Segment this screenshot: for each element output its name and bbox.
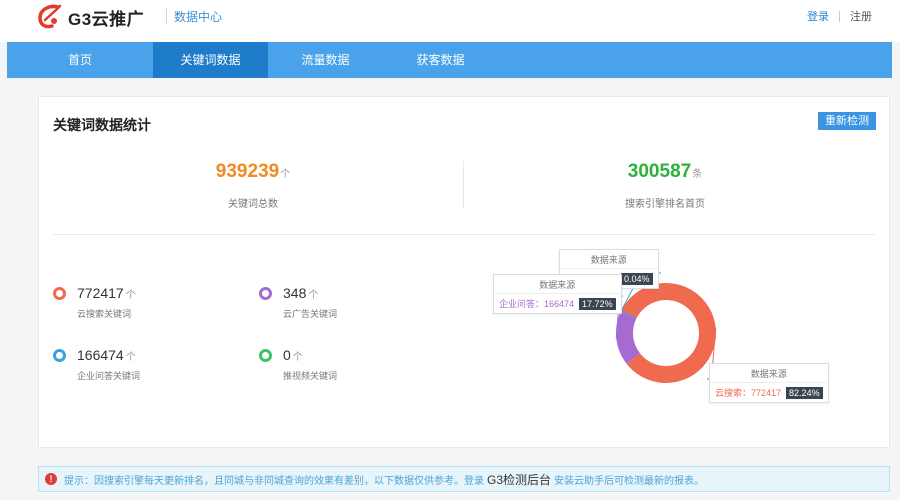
nav-traffic-data[interactable]: 流量数据 xyxy=(268,42,383,78)
tooltip-qa: 数据来源 企业问答：166474 17.72% xyxy=(493,274,622,314)
tooltip-title: 数据来源 xyxy=(560,250,658,269)
logo-text: G3云推广 xyxy=(68,9,145,29)
slice-qa[interactable] xyxy=(616,311,640,364)
nav-customer-data[interactable]: 获客数据 xyxy=(383,42,498,78)
main-nav: 首页 关键词数据 流量数据 获客数据 xyxy=(7,42,892,78)
logo[interactable]: G3云推广 xyxy=(36,4,144,30)
logo-divider xyxy=(166,8,167,24)
notice-bar: ! 提示：因搜索引擎每天更新排名，且同城与非同城查询的效果有差别，以下数据仅供参… xyxy=(38,466,890,492)
nav-keyword-data[interactable]: 关键词数据 xyxy=(153,42,268,78)
logo-mark-icon xyxy=(38,4,62,29)
section-subtitle: 数据中心 xyxy=(174,10,223,24)
tooltip-title: 数据来源 xyxy=(494,275,621,294)
tooltip-cloud-search: 数据来源 云搜索：772417 82.24% xyxy=(709,363,829,403)
notice-brand-link[interactable]: G3检测后台 xyxy=(487,471,551,488)
keyword-stats-card: 关键词数据统计 重新检测 939239个 关键词总数 300587条 搜索引擎排… xyxy=(38,96,890,448)
slice-cloud-search[interactable] xyxy=(621,283,716,384)
notice-text-after: 安装云助手后可检测最新的报表。 xyxy=(554,475,705,487)
nav-home[interactable]: 首页 xyxy=(7,42,153,78)
auth-separator xyxy=(839,10,840,22)
tooltip-cloud-ad-percent: 0.04% xyxy=(621,272,653,285)
notice-text-before: 提示：因搜索引擎每天更新排名，且同城与非同城查询的效果有差别，以下数据仅供参考。… xyxy=(64,475,484,487)
login-link[interactable]: 登录 xyxy=(807,8,829,24)
tooltip-cloud-search-percent: 82.24% xyxy=(786,386,823,399)
alert-icon: ! xyxy=(45,473,57,485)
tooltip-qa-percent: 17.72% xyxy=(579,297,616,310)
tooltip-qa-text: 企业问答：166474 xyxy=(499,299,575,309)
auth-links: 登录 注册 xyxy=(807,8,872,24)
tooltip-cloud-search-text: 云搜索：772417 xyxy=(715,388,782,398)
top-header: G3云推广 数据中心 登录 注册 xyxy=(0,0,900,42)
register-link[interactable]: 注册 xyxy=(850,8,872,24)
tooltip-title: 数据来源 xyxy=(710,364,828,383)
